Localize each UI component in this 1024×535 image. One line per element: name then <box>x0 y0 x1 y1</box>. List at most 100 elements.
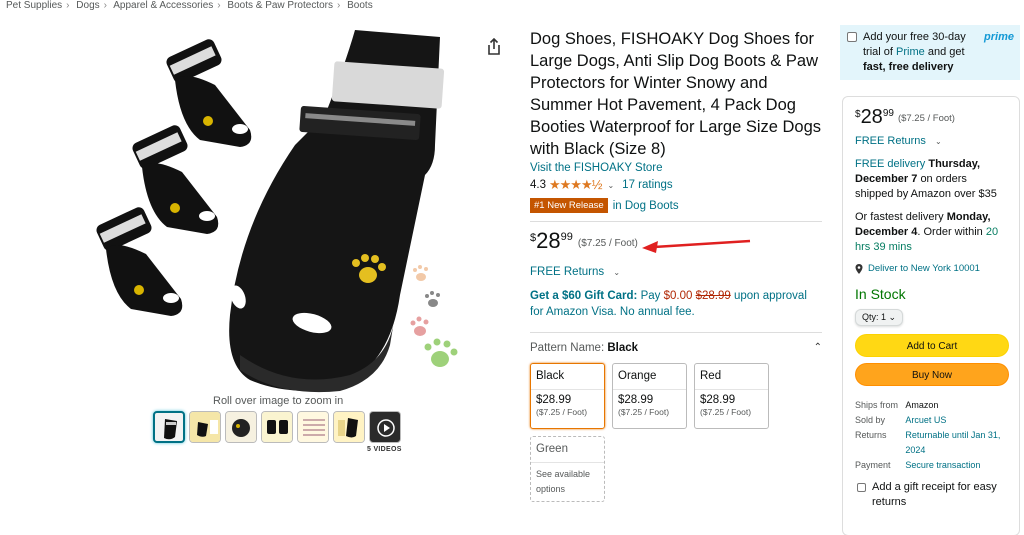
info-key: Ships from <box>855 400 899 410</box>
swatch-black[interactable]: Black $28.99 ($7.25 / Foot) <box>530 363 605 429</box>
buy-now-button[interactable]: Buy Now <box>855 363 1009 386</box>
swatch-price: $28.99 <box>700 394 736 406</box>
add-to-cart-button[interactable]: Add to Cart <box>855 334 1009 357</box>
info-row: Sold by Arcuet US <box>855 413 1007 428</box>
gift-card-new-price: $0.00 <box>663 290 693 302</box>
seller-link[interactable]: Arcuet US <box>905 413 1007 428</box>
swatch-grid: Black $28.99 ($7.25 / Foot) Orange $28.9… <box>530 363 790 502</box>
new-release-badge[interactable]: #1 New Release <box>530 198 608 213</box>
swatch-red[interactable]: Red $28.99 ($7.25 / Foot) <box>694 363 769 429</box>
swatch-name: Red <box>695 364 768 390</box>
breadcrumb-item[interactable]: Pet Supplies <box>6 0 62 11</box>
gift-card-offer[interactable]: Get a $60 Gift Card: Pay $0.00 $28.99 up… <box>530 288 822 320</box>
store-link[interactable]: Visit the FISHOAKY Store <box>530 162 822 174</box>
breadcrumb-separator-icon: › <box>217 0 221 11</box>
prime-checkbox[interactable] <box>847 32 857 42</box>
buy-box: $ 28 99 ($7.25 / Foot) FREE Returns ⌄ FR… <box>842 96 1020 535</box>
prime-logo-icon: prime <box>984 31 1014 43</box>
product-title: Dog Shoes, FISHOAKY Dog Shoes for Large … <box>530 30 822 158</box>
price-fraction: 99 <box>560 231 573 243</box>
thumbnail-image[interactable] <box>333 411 365 443</box>
breadcrumb-separator-icon: › <box>103 0 107 11</box>
swatch-orange[interactable]: Orange $28.99 ($7.25 / Foot) <box>612 363 687 429</box>
large-boot-image <box>229 30 445 393</box>
product-main-image[interactable] <box>90 25 470 395</box>
swatch-name: Black <box>531 364 604 390</box>
price-whole: 28 <box>536 228 561 253</box>
thumbnail-image[interactable] <box>225 411 257 443</box>
videos-count-label: 5 VIDEOS <box>367 446 402 453</box>
thumbnail-image[interactable] <box>189 411 221 443</box>
prime-offer: Add your free 30-day trial of Prime and … <box>840 25 1020 80</box>
seller-info: Ships from Amazon Sold by Arcuet US Return… <box>855 398 1007 473</box>
prime-link[interactable]: Prime <box>896 46 925 58</box>
free-returns-link[interactable]: FREE Returns ⌄ <box>855 135 1007 147</box>
price-fraction: 99 <box>882 108 894 119</box>
gift-receipt-checkbox[interactable] <box>857 483 866 492</box>
prime-text-b: and get <box>927 46 965 58</box>
chevron-down-icon: ⌄ <box>613 268 621 277</box>
breadcrumb-separator-icon: › <box>66 0 70 11</box>
breadcrumb-item[interactable]: Apparel & Accessories <box>113 0 213 11</box>
paw-decoration-icon <box>410 265 458 367</box>
product-details: Dog Shoes, FISHOAKY Dog Shoes for Large … <box>530 28 822 502</box>
chevron-down-icon[interactable]: ⌄ <box>607 181 614 190</box>
info-row: Payment Secure transaction <box>855 458 1007 473</box>
swatch-unit-price: ($7.25 / Foot) <box>618 407 670 417</box>
stock-status: In Stock <box>855 286 906 302</box>
badge-category-link[interactable]: in Dog Boots <box>613 200 679 212</box>
free-returns-label: FREE Returns <box>530 266 605 278</box>
chevron-down-icon: ⌄ <box>888 312 897 322</box>
swatch-availability: See available options <box>536 469 591 494</box>
star-rating-icon[interactable]: ★★★★½ <box>549 177 602 193</box>
free-returns-link[interactable]: FREE Returns ⌄ <box>530 266 822 278</box>
unit-price: ($7.25 / Foot) <box>577 238 638 249</box>
gift-receipt-option[interactable]: Add a gift receipt for easy returns <box>855 480 1007 510</box>
info-value: Amazon <box>905 400 939 410</box>
gift-card-old-price: $28.99 <box>695 290 731 302</box>
thumbnail-strip <box>153 411 401 443</box>
payment-link[interactable]: Secure transaction <box>905 458 1007 473</box>
deliver-to-text: Deliver to New York 10001 <box>868 263 980 274</box>
pattern-value: Black <box>607 342 639 354</box>
fastest-lead: Or fastest delivery <box>855 211 944 223</box>
breadcrumb-item[interactable]: Boots <box>347 0 373 11</box>
order-within: . Order within <box>917 226 983 238</box>
zoom-hint: Roll over image to zoom in <box>213 395 344 407</box>
breadcrumb-item[interactable]: Dogs <box>76 0 99 11</box>
gift-card-pay: Pay <box>640 290 661 302</box>
quantity-select[interactable]: Qty: 1 ⌄ <box>855 309 904 326</box>
buybox-price: $ 28 99 ($7.25 / Foot) <box>855 107 1007 127</box>
quantity-value: Qty: 1 <box>862 312 887 322</box>
chevron-up-icon[interactable]: ⌃ <box>814 342 822 354</box>
pattern-header[interactable]: Pattern Name: Black ⌃ <box>530 342 822 354</box>
info-row: Ships from Amazon <box>855 398 1007 413</box>
swatch-price: $28.99 <box>536 394 572 406</box>
swatch-green[interactable]: Green See available options <box>530 436 605 502</box>
fastest-delivery-info: Or fastest delivery Monday, December 4. … <box>855 210 1007 255</box>
thumbnail-image[interactable] <box>297 411 329 443</box>
swatch-price: $28.99 <box>618 394 654 406</box>
pattern-label: Pattern Name: <box>530 342 605 354</box>
breadcrumb-item[interactable]: Boots & Paw Protectors <box>227 0 333 11</box>
deliver-to-link[interactable]: Deliver to New York 10001 <box>855 263 1007 274</box>
prime-text-c: fast, free delivery <box>863 61 954 73</box>
share-icon[interactable] <box>486 38 502 56</box>
video-thumbnail[interactable] <box>369 411 401 443</box>
swatch-unit-price: ($7.25 / Foot) <box>536 407 588 417</box>
location-pin-icon <box>855 263 863 274</box>
swatch-name: Orange <box>613 364 686 390</box>
info-key: Returns <box>855 430 887 440</box>
ratings-count-link[interactable]: 17 ratings <box>622 179 673 191</box>
thumbnail-image[interactable] <box>153 411 185 443</box>
thumbnail-image[interactable] <box>261 411 293 443</box>
breadcrumb-separator-icon: › <box>337 0 341 11</box>
info-key: Sold by <box>855 415 886 425</box>
breadcrumb: Pet Supplies › Dogs › Apparel & Accessorie… <box>6 0 373 11</box>
best-seller-row: #1 New Release in Dog Boots <box>530 198 822 213</box>
chevron-down-icon: ⌄ <box>934 137 942 146</box>
returns-link[interactable]: Returnable until Jan 31, 2024 <box>905 428 1007 458</box>
free-delivery-link[interactable]: FREE delivery <box>855 158 925 170</box>
free-returns-label: FREE Returns <box>855 135 926 147</box>
info-key: Payment <box>855 460 891 470</box>
